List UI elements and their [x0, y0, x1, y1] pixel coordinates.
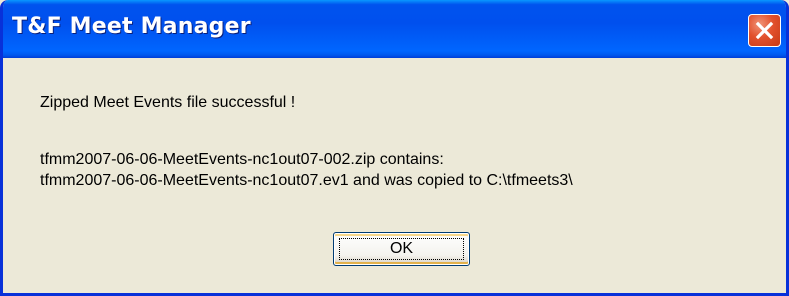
success-message: Zipped Meet Events file successful !	[40, 94, 296, 111]
ok-button-label: OK	[389, 240, 414, 257]
close-button[interactable]	[748, 14, 781, 47]
copy-destination-line: tfmm2007-06-06-MeetEvents-nc1out07.ev1 a…	[40, 172, 573, 189]
ok-button[interactable]: OK	[333, 232, 470, 266]
zip-contents-line: tfmm2007-06-06-MeetEvents-nc1out07-002.z…	[40, 151, 444, 168]
dialog-content: Zipped Meet Events file successful ! tfm…	[3, 58, 786, 293]
close-icon	[755, 21, 774, 40]
window-title: T&F Meet Manager	[12, 14, 251, 39]
dialog-window: T&F Meet Manager Zipped Meet Events file…	[0, 0, 789, 296]
title-bar[interactable]: T&F Meet Manager	[3, 0, 786, 58]
